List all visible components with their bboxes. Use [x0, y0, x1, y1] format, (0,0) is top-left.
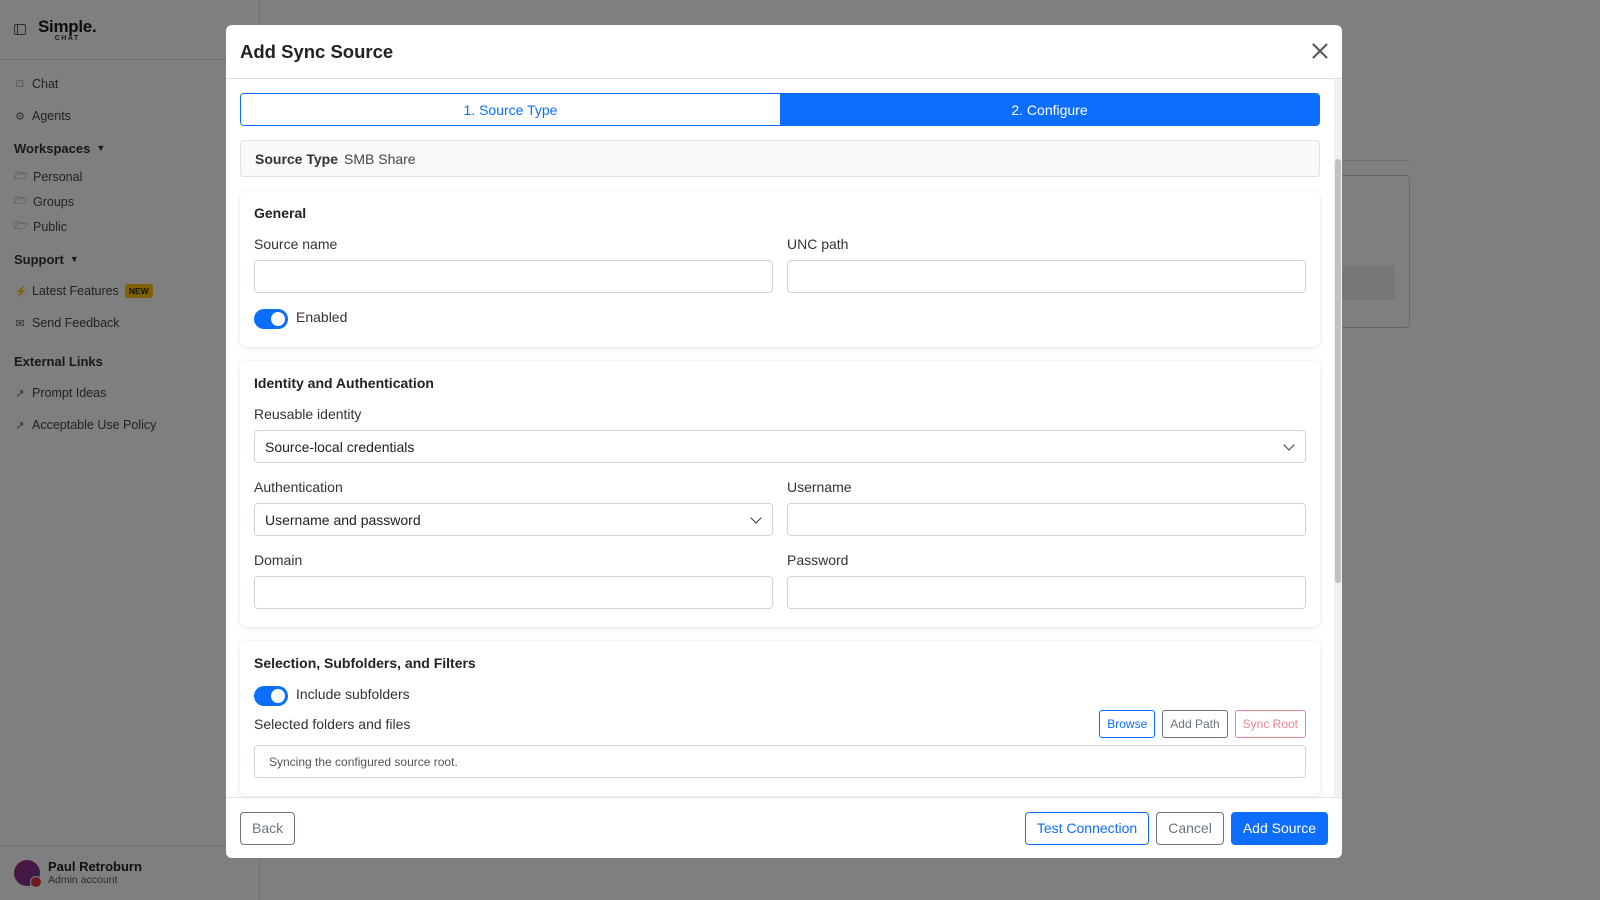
include-subfolders-label: Include subfolders	[296, 686, 410, 702]
username-label: Username	[787, 479, 852, 495]
add-source-button[interactable]: Add Source	[1230, 811, 1328, 845]
selection-section: Selection, Subfolders, and Filters Inclu…	[240, 641, 1320, 796]
enabled-toggle[interactable]	[254, 309, 288, 329]
general-section: General Source name UNC path Enabled	[240, 191, 1320, 347]
cancel-button[interactable]: Cancel	[1156, 811, 1224, 845]
identity-heading: Identity and Authentication	[254, 375, 434, 391]
chevron-down-icon	[1283, 438, 1295, 451]
selection-note: Syncing the configured source root.	[254, 745, 1306, 778]
unc-path-input[interactable]	[787, 260, 1306, 293]
include-subfolders-row: Include subfolders	[254, 686, 1306, 706]
authentication-value: Username and password	[265, 511, 421, 528]
scrollbar-thumb[interactable]	[1335, 159, 1341, 583]
source-type-label: Source Type	[255, 150, 338, 167]
test-connection-button[interactable]: Test Connection	[1024, 811, 1150, 845]
selection-heading: Selection, Subfolders, and Filters	[254, 655, 476, 671]
enabled-label: Enabled	[296, 309, 348, 325]
domain-label: Domain	[254, 552, 303, 568]
password-label: Password	[787, 552, 849, 568]
source-name-input[interactable]	[254, 260, 773, 293]
source-name-label: Source name	[254, 236, 338, 252]
reusable-identity-label: Reusable identity	[254, 406, 362, 422]
authentication-select[interactable]: Username and password	[254, 503, 773, 536]
modal-title: Add Sync Source	[240, 40, 394, 62]
modal-scrollbar[interactable]	[1334, 79, 1342, 797]
include-subfolders-toggle[interactable]	[254, 686, 288, 706]
sync-root-button[interactable]: Sync Root	[1234, 710, 1306, 738]
back-button[interactable]: Back	[240, 811, 296, 845]
source-type-summary: Source Type SMB Share	[240, 140, 1320, 177]
enabled-row: Enabled	[254, 309, 1306, 329]
step-configure[interactable]: 2. Configure	[780, 94, 1319, 125]
unc-path-label: UNC path	[787, 236, 849, 252]
close-icon[interactable]	[1310, 41, 1330, 61]
reusable-identity-select[interactable]: Source-local credentials	[254, 430, 1306, 463]
browse-button[interactable]: Browse	[1099, 710, 1156, 738]
general-heading: General	[254, 205, 307, 221]
modal-body: 1. Source Type 2. Configure Source Type …	[226, 79, 1342, 797]
username-input[interactable]	[787, 503, 1306, 536]
modal-footer: Back Test Connection Cancel Add Source	[226, 797, 1342, 858]
selected-folders-label: Selected folders and files	[254, 716, 411, 732]
chevron-down-icon	[750, 511, 762, 524]
identity-section: Identity and Authentication Reusable ide…	[240, 361, 1320, 627]
step-source-type[interactable]: 1. Source Type	[241, 94, 780, 125]
step-indicator: 1. Source Type 2. Configure	[240, 93, 1320, 126]
add-sync-source-modal: Add Sync Source 1. Source Type 2. Config…	[226, 25, 1342, 858]
domain-input[interactable]	[254, 576, 773, 609]
source-type-value: SMB Share	[344, 150, 416, 167]
reusable-identity-value: Source-local credentials	[265, 438, 415, 455]
modal-header: Add Sync Source	[226, 25, 1342, 79]
authentication-label: Authentication	[254, 479, 343, 495]
add-path-button[interactable]: Add Path	[1162, 710, 1228, 738]
password-input[interactable]	[787, 576, 1306, 609]
